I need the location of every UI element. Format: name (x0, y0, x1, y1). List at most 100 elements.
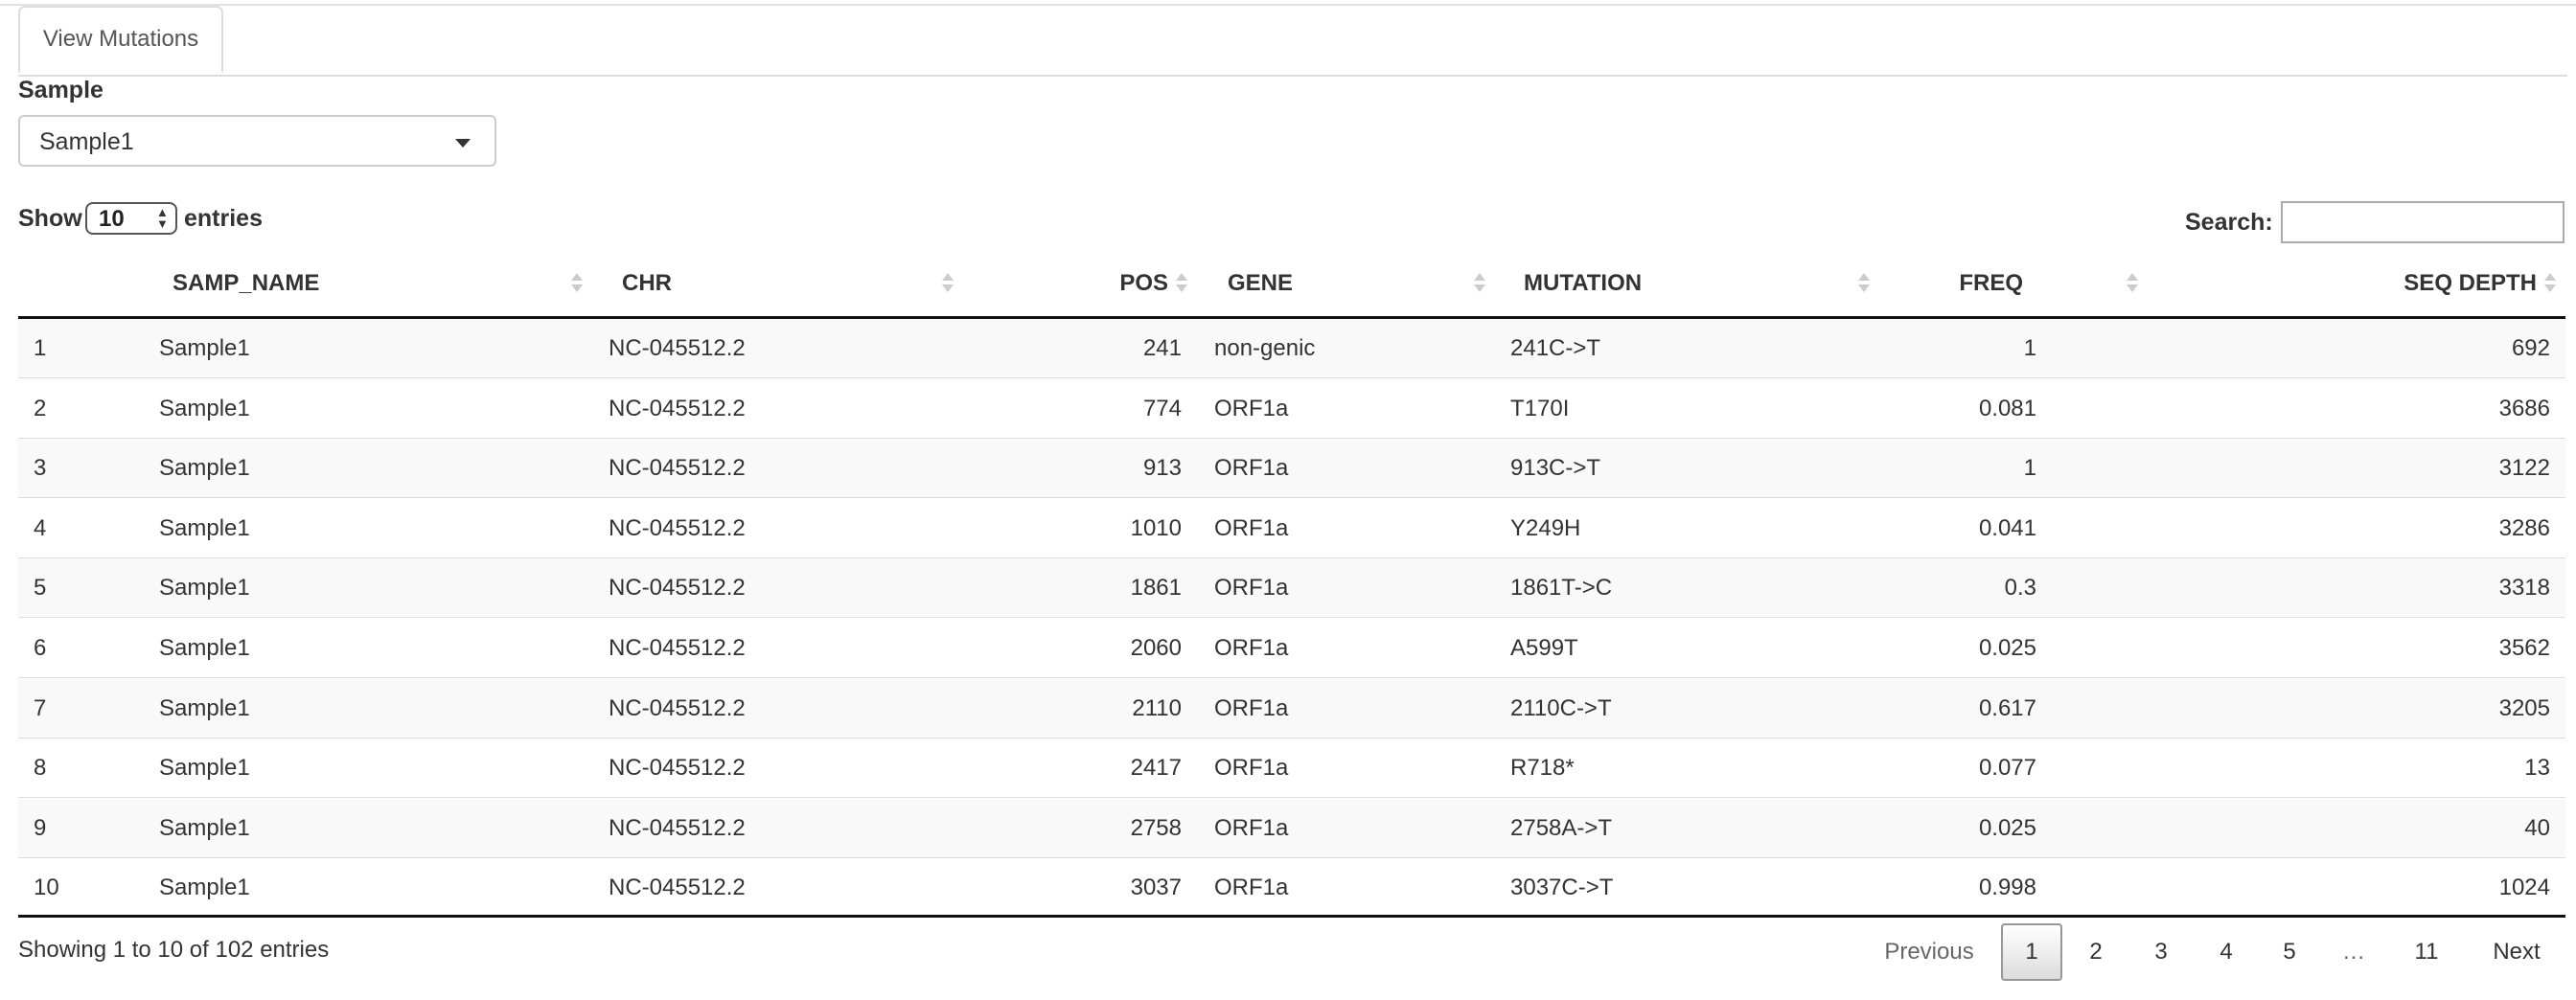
cell-mutation: R718* (1510, 755, 1575, 782)
page-button-1[interactable]: 1 (2001, 923, 2062, 981)
cell-freq: 1 (2023, 455, 2036, 482)
cell-chr: NC-045512.2 (609, 755, 746, 782)
table-row[interactable]: 3 Sample1 NC-045512.2 913 ORF1a 913C->T 1 3122 (18, 439, 2565, 499)
cell-gene: ORF1a (1214, 514, 1289, 541)
cell-mutation: A599T (1510, 635, 1578, 661)
cell-samp-name: Sample1 (159, 455, 250, 482)
sort-icon[interactable] (2544, 272, 2558, 295)
cell-gene: ORF1a (1214, 455, 1289, 482)
cell-samp-name: Sample1 (159, 694, 250, 721)
page-button-5[interactable]: 5 (2263, 923, 2316, 981)
table-row[interactable]: 2 Sample1 NC-045512.2 774 ORF1a T170I 0.081 368… (18, 379, 2565, 439)
cell-samp-name: Sample1 (159, 875, 250, 901)
cell-seq-depth: 3205 (2498, 694, 2550, 721)
cell-pos: 1010 (1130, 514, 1182, 541)
cell-index: 3 (34, 455, 47, 482)
cell-pos: 913 (1142, 455, 1182, 482)
cell-index: 10 (34, 875, 59, 901)
column-header-samp-name[interactable]: SAMP_NAME (172, 270, 319, 297)
column-header-chr[interactable]: CHR (622, 270, 672, 297)
column-header-gene[interactable]: GENE (1228, 270, 1293, 297)
cell-samp-name: Sample1 (159, 575, 250, 602)
cell-mutation: 2110C->T (1510, 694, 1612, 721)
cell-chr: NC-045512.2 (609, 875, 746, 901)
page-button-2[interactable]: 2 (2069, 923, 2123, 981)
cell-chr: NC-045512.2 (609, 335, 746, 361)
sort-icon[interactable] (2127, 272, 2140, 295)
column-header-seq-depth[interactable]: SEQ DEPTH (2222, 270, 2537, 297)
sample-select-value: Sample1 (39, 128, 134, 155)
cell-index: 8 (34, 755, 47, 782)
cell-samp-name: Sample1 (159, 755, 250, 782)
entries-label: entries (184, 205, 263, 232)
cell-seq-depth: 3286 (2498, 514, 2550, 541)
entries-per-page-value: 10 (99, 206, 125, 232)
cell-pos: 2110 (1132, 694, 1182, 721)
cell-samp-name: Sample1 (159, 514, 250, 541)
table-row[interactable]: 6 Sample1 NC-045512.2 2060 ORF1a A599T 0.025 35… (18, 619, 2565, 678)
table-row[interactable]: 5 Sample1 NC-045512.2 1861 ORF1a 1861T->C 0.3 3… (18, 558, 2565, 619)
cell-mutation: Y249H (1510, 514, 1581, 541)
column-header-pos[interactable]: POS (977, 270, 1168, 297)
cell-seq-depth: 3562 (2498, 635, 2550, 661)
cell-seq-depth: 3686 (2498, 395, 2550, 421)
cell-seq-depth: 1024 (2498, 875, 2550, 901)
cell-chr: NC-045512.2 (609, 455, 746, 482)
cell-pos: 1861 (1130, 575, 1182, 602)
entries-per-page-select[interactable]: 10 ▲ ▼ (85, 202, 177, 235)
search-label: Search: (2185, 209, 2273, 236)
sort-icon[interactable] (571, 272, 585, 295)
sort-icon[interactable] (1176, 272, 1189, 295)
cell-index: 5 (34, 575, 47, 602)
cell-mutation: 2758A->T (1510, 814, 1613, 841)
table-row[interactable]: 4 Sample1 NC-045512.2 1010 ORF1a Y249H 0.041 32… (18, 499, 2565, 558)
cell-samp-name: Sample1 (159, 814, 250, 841)
cell-freq: 0.025 (1978, 814, 2036, 841)
table-row[interactable]: 9 Sample1 NC-045512.2 2758 ORF1a 2758A->T 0.02… (18, 798, 2565, 858)
column-header-freq[interactable]: FREQ (1839, 270, 2023, 297)
sort-icon[interactable] (942, 272, 955, 295)
cell-samp-name: Sample1 (159, 335, 250, 361)
next-button[interactable]: Next (2476, 923, 2557, 981)
cell-index: 9 (34, 814, 47, 841)
table-header: SAMP_NAME CHR POS GENE MUTATION FREQ SEQ… (18, 255, 2565, 319)
cell-gene: non-genic (1214, 335, 1316, 361)
cell-chr: NC-045512.2 (609, 814, 746, 841)
previous-button[interactable]: Previous (1869, 923, 1990, 981)
tab-view-mutations[interactable]: View Mutations (18, 6, 223, 73)
cell-pos: 2060 (1130, 635, 1182, 661)
column-header-mutation[interactable]: MUTATION (1524, 270, 1642, 297)
cell-gene: ORF1a (1214, 814, 1289, 841)
cell-gene: ORF1a (1214, 755, 1289, 782)
cell-freq: 0.617 (1978, 694, 2036, 721)
up-down-arrows-icon: ▲ ▼ (156, 205, 169, 231)
cell-mutation: 241C->T (1510, 335, 1601, 361)
page-button-11[interactable]: 11 (2396, 923, 2457, 981)
cell-chr: NC-045512.2 (609, 635, 746, 661)
cell-mutation: 913C->T (1510, 455, 1601, 482)
cell-samp-name: Sample1 (159, 395, 250, 421)
cell-chr: NC-045512.2 (609, 395, 746, 421)
cell-seq-depth: 3122 (2498, 455, 2550, 482)
caret-down-icon (455, 139, 471, 148)
page-button-4[interactable]: 4 (2199, 923, 2253, 981)
cell-index: 6 (34, 635, 47, 661)
pagination: Previous 1 2 3 4 5 … 11 Next (0, 923, 2576, 981)
sample-select[interactable]: Sample1 (18, 115, 496, 167)
page-button-3[interactable]: 3 (2134, 923, 2188, 981)
table-row[interactable]: 8 Sample1 NC-045512.2 2417 ORF1a R718* 0.077 13 (18, 739, 2565, 799)
cell-gene: ORF1a (1214, 575, 1289, 602)
table-row[interactable]: 10 Sample1 NC-045512.2 3037 ORF1a 3037C->T 0.9… (18, 858, 2565, 919)
search-input[interactable] (2281, 201, 2564, 243)
sort-icon[interactable] (1474, 272, 1487, 295)
cell-index: 1 (34, 335, 47, 361)
cell-freq: 0.081 (1978, 395, 2036, 421)
cell-gene: ORF1a (1214, 395, 1289, 421)
cell-seq-depth: 40 (2524, 814, 2550, 841)
table-row[interactable]: 7 Sample1 NC-045512.2 2110 ORF1a 2110C->T 0.61… (18, 678, 2565, 739)
cell-freq: 0.077 (1978, 755, 2036, 782)
cell-gene: ORF1a (1214, 694, 1289, 721)
table-row[interactable]: 1 Sample1 NC-045512.2 241 non-genic 241C->T 1 6… (18, 319, 2565, 378)
cell-chr: NC-045512.2 (609, 575, 746, 602)
cell-pos: 241 (1142, 335, 1182, 361)
